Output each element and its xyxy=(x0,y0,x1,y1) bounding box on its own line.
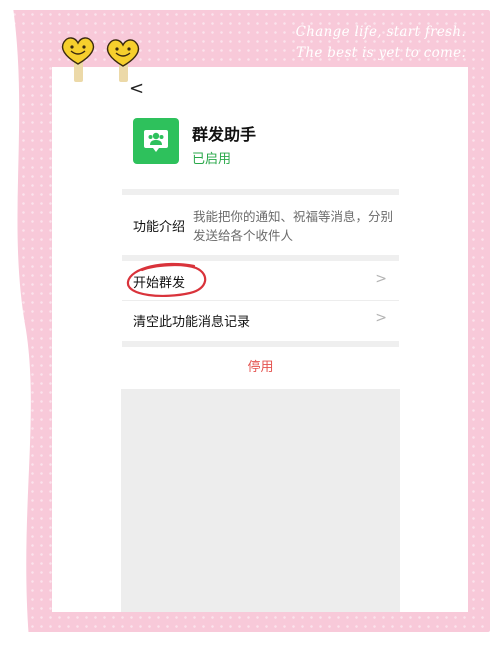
chevron-right-icon: > xyxy=(375,310,387,326)
tagline-line-2: The best is yet to come. xyxy=(296,45,466,61)
empty-content-area xyxy=(121,389,400,612)
tagline: Change life, start fresh. The best is ye… xyxy=(296,22,466,64)
intro-label: 功能介绍 xyxy=(133,220,186,235)
app-name: 群发助手 xyxy=(192,125,257,144)
section-separator xyxy=(122,341,399,347)
highlight-circle-annotation xyxy=(126,262,207,298)
tagline-line-1: Change life, start fresh. xyxy=(295,24,466,40)
wavy-frame-edge xyxy=(0,0,31,651)
menu-item-label: 清空此功能消息记录 xyxy=(133,315,251,330)
section-separator xyxy=(122,189,399,195)
menu-item-clear-history[interactable]: 清空此功能消息记录 > xyxy=(122,301,399,339)
disable-button[interactable]: 停用 xyxy=(122,356,399,382)
app-icon-glyph xyxy=(144,130,168,152)
section-separator xyxy=(122,255,399,261)
intro-text: 我能把你的通知、祝福等消息，分别发送给各个收件人 xyxy=(193,209,394,243)
chevron-right-icon: > xyxy=(375,271,387,287)
back-button[interactable]: < xyxy=(129,78,144,100)
status-badge: 已启用 xyxy=(192,152,232,167)
group-chat-icon xyxy=(133,118,179,164)
smiley-sticker-right-icon xyxy=(106,39,140,82)
smiley-sticker-left-icon xyxy=(61,37,95,82)
smiley-stickers xyxy=(61,37,140,82)
